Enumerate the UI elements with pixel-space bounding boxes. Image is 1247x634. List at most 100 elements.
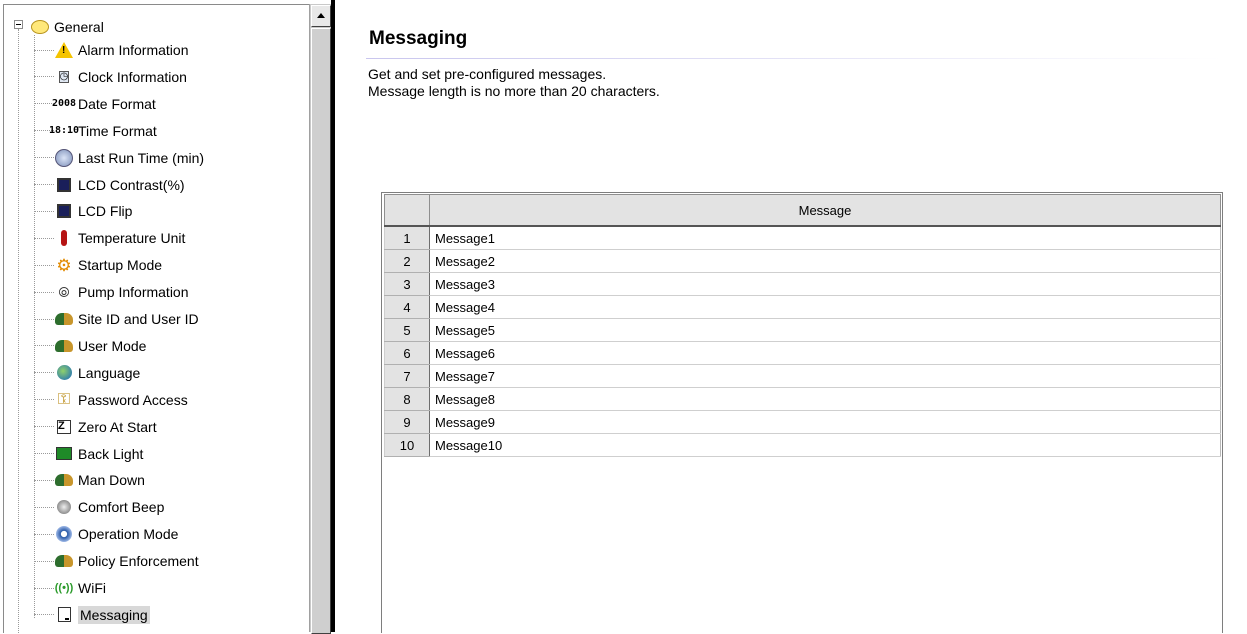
tree-connector	[34, 49, 54, 51]
page-title: Messaging	[369, 28, 468, 49]
tree-item[interactable]: Policy Enforcement	[34, 549, 199, 573]
message-cell[interactable]: Message5	[429, 318, 1221, 342]
collapse-toggle-icon[interactable]	[14, 20, 23, 29]
date-icon: 2008	[51, 97, 77, 109]
table-row[interactable]: 2 Message2	[384, 249, 1221, 273]
messages-grid: Message 1 Message1 2 Message2 3 Message3 4 Mess…	[381, 192, 1223, 633]
message-cell[interactable]: Message9	[429, 410, 1221, 434]
users-icon	[55, 552, 73, 570]
tree-item[interactable]: 18:10 Time Format	[34, 119, 157, 143]
row-number[interactable]: 9	[384, 410, 430, 434]
tree-item-label: LCD Flip	[78, 203, 133, 220]
message-cell[interactable]: Message1	[429, 225, 1221, 250]
tree-item-label: Man Down	[78, 472, 145, 489]
tree-item[interactable]: Man Down	[34, 468, 145, 492]
tree-item-label: Site ID and User ID	[78, 311, 199, 327]
tree-item[interactable]: Comfort Beep	[34, 495, 164, 519]
row-number[interactable]: 6	[384, 341, 430, 365]
tree-item[interactable]: Operation Mode	[34, 522, 178, 546]
scroll-up-arrow-icon[interactable]	[311, 5, 331, 27]
users-icon	[55, 337, 73, 355]
tree-item-label: Startup Mode	[78, 257, 163, 274]
row-number[interactable]: 5	[384, 318, 430, 342]
tree-node-general[interactable]: General	[31, 17, 104, 37]
tree-item[interactable]: ⦾ Pump Information	[34, 280, 189, 304]
table-header-row: Message	[384, 194, 1221, 227]
key-icon: ⚿	[57, 390, 71, 408]
tree-item[interactable]: Language	[34, 361, 140, 385]
table-row[interactable]: 8 Message8	[384, 387, 1221, 411]
table-row[interactable]: 9 Message9	[384, 410, 1221, 434]
tree-item-label: Zero At Start	[78, 418, 157, 435]
table-row[interactable]: 3 Message3	[384, 272, 1221, 296]
table-row[interactable]: 4 Message4	[384, 295, 1221, 319]
tree-item-label: Language	[78, 364, 141, 381]
row-number[interactable]: 3	[384, 272, 430, 296]
zero-icon: Z	[55, 418, 73, 436]
tree-item[interactable]: LCD Contrast(%)	[34, 173, 185, 197]
tree-connector	[34, 184, 54, 185]
stopwatch-icon	[55, 148, 73, 167]
tree-item[interactable]: ((•)) WiFi	[34, 576, 106, 600]
column-header-message[interactable]: Message	[429, 194, 1221, 227]
message-cell[interactable]: Message8	[429, 387, 1221, 411]
tree-item[interactable]: LCD Flip	[34, 199, 132, 223]
general-folder-icon	[31, 18, 49, 36]
tree-guide-line	[18, 29, 19, 633]
table-row[interactable]: 7 Message7	[384, 364, 1221, 388]
lcd-icon	[55, 202, 73, 220]
thermometer-icon	[55, 229, 73, 247]
tree-item[interactable]: Alarm Information	[34, 38, 188, 62]
tree-item-label: Date Format	[78, 95, 156, 112]
row-number[interactable]: 10	[384, 433, 430, 457]
tree-item[interactable]: 2008 Date Format	[34, 92, 156, 116]
row-number[interactable]: 8	[384, 387, 430, 411]
users-icon	[55, 471, 73, 489]
table-row[interactable]: 5 Message5	[384, 318, 1221, 342]
message-cell[interactable]: Message10	[429, 433, 1221, 457]
tree-item[interactable]: Z Zero At Start	[34, 415, 157, 439]
row-number[interactable]: 1	[384, 225, 430, 250]
table-row[interactable]: 10 Message10	[384, 433, 1221, 457]
row-number[interactable]: 4	[384, 295, 430, 319]
title-divider	[366, 58, 1223, 59]
tree-item[interactable]: ⚙ Startup Mode	[34, 253, 162, 277]
message-cell[interactable]: Message4	[429, 295, 1221, 319]
page-description: Get and set pre-configured messages. Mes…	[368, 66, 660, 100]
select-all-corner[interactable]	[384, 194, 430, 227]
description-line: Get and set pre-configured messages.	[368, 66, 607, 82]
tree-item[interactable]: Last Run Time (min)	[34, 146, 204, 170]
tree-item[interactable]: Temperature Unit	[34, 226, 185, 250]
row-number[interactable]: 7	[384, 364, 430, 388]
globe-icon	[55, 364, 73, 382]
row-number[interactable]: 2	[384, 249, 430, 273]
tree-item[interactable]: Messaging	[34, 603, 150, 627]
tree-item[interactable]: ⚿ Password Access	[34, 388, 188, 412]
time-icon: 18:10	[48, 124, 80, 136]
tree-connector	[34, 291, 54, 293]
tree-connector	[34, 560, 54, 562]
tree-item-label: Messaging	[78, 605, 150, 624]
message-cell[interactable]: Message6	[429, 341, 1221, 365]
scrollbar-thumb[interactable]	[311, 28, 331, 634]
message-cell[interactable]: Message7	[429, 364, 1221, 388]
message-cell[interactable]: Message3	[429, 272, 1221, 296]
tree-connector	[34, 345, 54, 347]
tree-connector	[34, 399, 54, 401]
message-cell[interactable]: Message2	[429, 249, 1221, 273]
warning-icon	[55, 41, 73, 59]
tree-item[interactable]: Site ID and User ID	[34, 307, 199, 331]
tree-connector	[34, 318, 54, 320]
tree-item-label: Comfort Beep	[78, 499, 165, 516]
tree-connector	[34, 157, 54, 159]
pane-splitter[interactable]	[331, 0, 335, 632]
lcd-icon	[55, 176, 73, 194]
tree-item[interactable]: Back Light	[34, 442, 143, 466]
table-row[interactable]: 1 Message1	[384, 225, 1221, 250]
tree-item[interactable]: ◷ Clock Information	[34, 65, 187, 89]
tree-scrollbar[interactable]	[309, 4, 332, 634]
pump-icon: ⦾	[58, 284, 70, 301]
operation-mode-icon	[55, 525, 73, 543]
tree-item[interactable]: User Mode	[34, 334, 146, 358]
table-row[interactable]: 6 Message6	[384, 341, 1221, 365]
